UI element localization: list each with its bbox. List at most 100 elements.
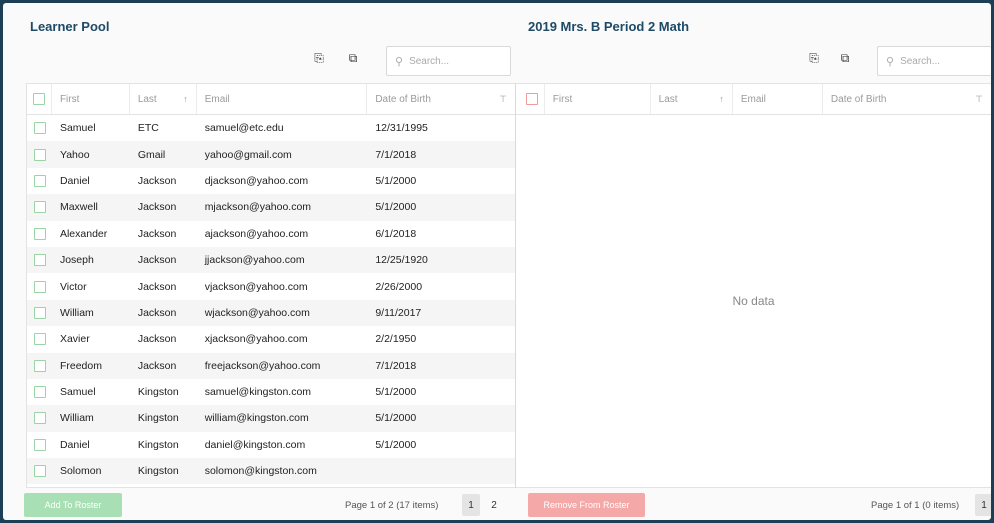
cell-last: Jackson	[137, 227, 177, 240]
table-row[interactable]: Solomon Kingston solomon@kingston.com	[27, 458, 515, 485]
table-row[interactable]: Victor Jackson vjackson@yahoo.com 2/26/2000	[27, 273, 515, 299]
row-checkbox[interactable]	[34, 148, 46, 161]
select-all-checkbox[interactable]	[526, 93, 538, 105]
row-checkbox[interactable]	[34, 201, 46, 214]
row-select-cell	[27, 405, 51, 431]
select-all-cell	[27, 84, 51, 114]
table-row[interactable]: Joseph Jackson jjackson@yahoo.com 12/25/192…	[27, 246, 515, 274]
cell-dob	[366, 458, 515, 484]
copy-icon[interactable]: ⧉	[835, 48, 855, 68]
column-header-first[interactable]: First	[50, 84, 129, 114]
cell-last: Jackson	[137, 306, 177, 319]
cell-dob: 9/11/2017	[375, 306, 422, 319]
cell-dob: 5/1/2000	[375, 412, 417, 425]
row-select-cell	[27, 221, 51, 247]
cell-last: Kingston	[137, 438, 179, 451]
cell-dob: 7/1/2018	[375, 148, 417, 161]
learner-pool-search-input[interactable]	[409, 55, 500, 67]
cell-dob: 5/1/2000	[375, 386, 417, 399]
cell-last: Jackson	[137, 201, 177, 214]
page-button-1[interactable]: 1	[975, 494, 991, 516]
row-checkbox[interactable]	[34, 227, 46, 240]
learner-pool-search[interactable]: ⚲	[386, 46, 511, 76]
table-row[interactable]: Daniel Jackson djackson@yahoo.com 5/1/2000	[27, 168, 515, 194]
cell-last: Jackson	[137, 254, 177, 267]
cell-email: xjackson@yahoo.com	[204, 333, 308, 346]
row-checkbox[interactable]	[34, 359, 46, 372]
table-row[interactable]: Samuel ETC samuel@etc.edu 12/31/1995	[27, 115, 515, 141]
column-header-dob[interactable]: Date of Birth ⊤	[821, 84, 991, 114]
column-header-last[interactable]: Last ↑	[128, 84, 196, 114]
column-label: Date of Birth	[375, 93, 431, 105]
column-label: Last	[137, 93, 157, 105]
export-icon[interactable]: ⎘	[804, 48, 824, 68]
cell-email: william@kingston.com	[204, 412, 309, 425]
roster-search[interactable]: ⚲	[877, 46, 991, 76]
page-button-1[interactable]: 1	[462, 494, 480, 516]
cell-dob: 5/1/2000	[375, 174, 417, 187]
column-label: First	[552, 93, 573, 105]
export-icon[interactable]: ⎘	[309, 48, 329, 68]
table-row[interactable]: William Kingston william@kingston.com 5/1/2…	[27, 405, 515, 432]
cell-email: daniel@kingston.com	[204, 438, 306, 451]
row-checkbox[interactable]	[34, 412, 46, 425]
search-icon: ⚲	[886, 55, 895, 68]
cell-first: Daniel	[59, 438, 90, 451]
roster-panel: 2019 Mrs. B Period 2 Math ⎘ ⧉ ⚲ First La…	[515, 3, 991, 520]
row-checkbox[interactable]	[34, 438, 46, 451]
column-label: Last	[658, 93, 678, 105]
column-label: Date of Birth	[830, 93, 887, 105]
column-header-email[interactable]: Email	[195, 84, 367, 114]
table-row[interactable]: Freedom Jackson freejackson@yahoo.com 7/1/2…	[27, 352, 515, 379]
column-label: Email	[740, 93, 766, 105]
cell-email: wjackson@yahoo.com	[204, 306, 310, 319]
table-row[interactable]: Maxwell Jackson mjackson@yahoo.com 5/1/2000	[27, 194, 515, 221]
table-row[interactable]: William Jackson wjackson@yahoo.com 9/11/201…	[27, 299, 515, 327]
table-row[interactable]: Xavier Jackson xjackson@yahoo.com 2/2/1950	[27, 326, 515, 352]
row-checkbox[interactable]	[34, 306, 46, 319]
table-row[interactable]: Yahoo Gmail yahoo@gmail.com 7/1/2018	[27, 141, 515, 168]
select-all-checkbox[interactable]	[33, 93, 45, 105]
table-row[interactable]: Daniel Kingston daniel@kingston.com 5/1/200…	[27, 432, 515, 458]
column-header-first[interactable]: First	[543, 84, 650, 114]
row-select-cell	[27, 141, 51, 167]
column-header-dob[interactable]: Date of Birth ⊤	[366, 84, 515, 114]
row-checkbox[interactable]	[34, 465, 46, 478]
cell-first: Freedom	[59, 359, 102, 372]
page-button-2[interactable]: 2	[485, 494, 503, 516]
cell-dob: 12/25/1920	[375, 254, 428, 267]
cell-email: solomon@kingston.com	[204, 465, 317, 478]
row-checkbox[interactable]	[34, 333, 46, 346]
copy-icon[interactable]: ⧉	[343, 48, 363, 68]
roster-search-input[interactable]	[900, 55, 991, 67]
cell-last: ETC	[137, 122, 159, 135]
cell-first: Xavier	[59, 333, 90, 346]
table-row[interactable]: Samuel Kingston samuel@kingston.com 5/1/200…	[27, 379, 515, 405]
cell-first: Solomon	[59, 465, 102, 478]
roster-grid: First Last ↑ Email Date of Birth ⊤ No da…	[515, 83, 991, 488]
row-checkbox[interactable]	[34, 386, 46, 399]
cell-last: Kingston	[137, 465, 179, 478]
row-checkbox[interactable]	[34, 122, 46, 135]
cell-last: Kingston	[137, 386, 179, 399]
row-select-cell	[27, 432, 51, 458]
row-checkbox[interactable]	[34, 280, 46, 293]
row-select-cell	[27, 273, 51, 299]
row-select-cell	[27, 115, 51, 141]
cell-dob: 6/1/2018	[375, 227, 417, 240]
cell-first: Daniel	[59, 174, 90, 187]
filter-icon[interactable]: ⊤	[499, 94, 507, 105]
add-to-roster-button[interactable]: Add To Roster	[24, 493, 122, 517]
cell-last: Gmail	[137, 148, 166, 161]
row-select-cell	[27, 326, 51, 352]
column-header-email[interactable]: Email	[731, 84, 822, 114]
row-checkbox[interactable]	[34, 254, 46, 267]
row-checkbox[interactable]	[34, 174, 46, 187]
cell-dob: 5/1/2000	[375, 201, 417, 214]
row-select-cell	[27, 353, 51, 379]
filter-icon[interactable]: ⊤	[975, 94, 983, 105]
cell-last: Jackson	[137, 359, 177, 372]
column-header-last[interactable]: Last ↑	[649, 84, 732, 114]
table-row[interactable]: Alexander Jackson ajackson@yahoo.com 6/1/20…	[27, 221, 515, 247]
remove-from-roster-button[interactable]: Remove From Roster	[528, 493, 645, 517]
